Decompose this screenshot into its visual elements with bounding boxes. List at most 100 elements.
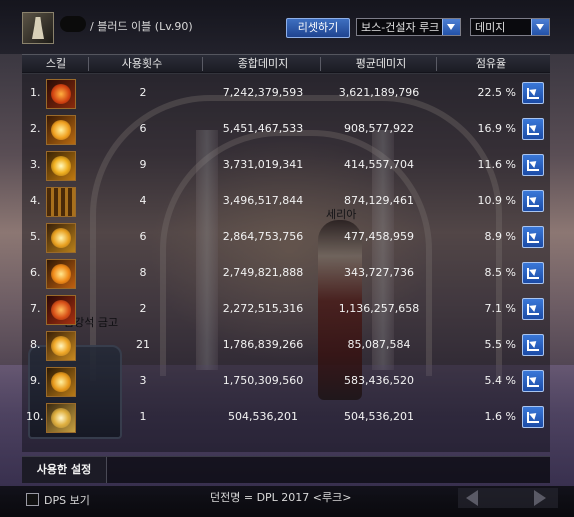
table-row[interactable]: 2. 6 5,451,467,533 908,577,922 16.9 % [22,112,550,148]
export-icon[interactable] [522,370,544,392]
export-icon[interactable] [522,154,544,176]
table-row[interactable]: 3. 9 3,731,019,341 414,557,704 11.6 % [22,148,550,184]
dps-checkbox[interactable] [26,493,39,506]
total-damage: 2,272,515,316 [222,302,304,315]
blood-pillar-icon[interactable] [46,187,76,217]
chevron-down-icon[interactable] [531,19,549,35]
total-damage: 1,786,839,266 [222,338,304,351]
dungeon-name: 던전명 = DPL 2017 <루크> [210,491,352,504]
eruption-icon[interactable] [46,223,76,253]
table-row[interactable]: 5. 6 2,864,753,756 477,458,959 8.9 % [22,220,550,256]
flame-claw-icon[interactable] [46,79,76,109]
average-damage: 343,727,736 [344,266,414,279]
tab-used-settings[interactable]: 사용한 설정 [22,457,107,483]
redacted-name-blot [60,16,86,32]
table-row[interactable]: 9. 3 1,750,309,560 583,436,520 5.4 % [22,364,550,400]
average-damage: 414,557,704 [344,158,414,171]
damage-share: 22.5 % [477,86,516,99]
average-damage: 583,436,520 [344,374,414,387]
total-damage: 2,864,753,756 [222,230,304,243]
skill-table: 1. 2 7,242,379,593 3,621,189,796 22.5 % … [22,72,550,452]
metric-select-value: 데미지 [475,21,506,34]
table-header: 스킬 사용횟수 종합데미지 평균데미지 점유율 [22,54,550,74]
arrow-left-icon[interactable] [466,490,478,506]
footer-bar: DPS 보기 던전명 = DPL 2017 <루크> [0,486,574,517]
column-header-average[interactable]: 평균데미지 [320,55,442,73]
column-header-total[interactable]: 종합데미지 [208,55,318,73]
average-damage: 3,621,189,796 [338,86,420,99]
use-count: 6 [139,230,147,243]
table-row[interactable]: 1. 2 7,242,379,593 3,621,189,796 22.5 % [22,76,550,112]
character-name: / 블러드 이블 (Lv.90) [90,20,193,33]
export-icon[interactable] [522,82,544,104]
metric-select[interactable]: 데미지 [470,18,550,36]
dps-meter-panel: / 블러드 이블 (Lv.90) 리셋하기 보스-건설자 루크 데미지 스킬 사… [0,0,574,517]
use-count: 8 [139,266,147,279]
reset-button[interactable]: 리셋하기 [286,18,350,38]
use-count: 3 [139,374,147,387]
damage-share: 8.9 % [484,230,516,243]
average-damage: 504,536,201 [344,410,414,423]
target-select[interactable]: 보스-건설자 루크 [356,18,461,36]
total-damage: 3,731,019,341 [222,158,304,171]
table-row[interactable]: 4. 4 3,496,517,844 874,129,461 10.9 % [22,184,550,220]
column-header-skill[interactable]: 스킬 [26,55,86,73]
claw-slash-icon[interactable] [46,331,76,361]
burst-strike-icon[interactable] [46,115,76,145]
damage-share: 5.5 % [484,338,516,351]
damage-share: 11.6 % [477,158,516,171]
damage-share: 1.6 % [484,410,516,423]
damage-share: 5.4 % [484,374,516,387]
blade-rush-icon[interactable] [46,295,76,325]
table-row[interactable]: 6. 8 2,749,821,888 343,727,736 8.5 % [22,256,550,292]
export-icon[interactable] [522,262,544,284]
whirl-slash-icon[interactable] [46,403,76,433]
table-row[interactable]: 7. 2 2,272,515,316 1,136,257,658 7.1 % [22,292,550,328]
settings-bar: 사용한 설정 [22,456,550,483]
character-avatar [22,12,54,44]
avatar-figure-icon [32,17,44,39]
export-icon[interactable] [522,226,544,248]
row-rank: 10. [26,410,44,423]
export-icon[interactable] [522,298,544,320]
top-bar: / 블러드 이블 (Lv.90) 리셋하기 보스-건설자 루크 데미지 [0,0,574,54]
damage-share: 8.5 % [484,266,516,279]
total-damage: 1,750,309,560 [222,374,304,387]
use-count: 4 [139,194,147,207]
column-divider [88,57,89,71]
fire-blast-icon[interactable] [46,259,76,289]
use-count: 1 [139,410,147,423]
column-divider [202,57,203,71]
average-damage: 477,458,959 [344,230,414,243]
average-damage: 874,129,461 [344,194,414,207]
chevron-down-icon[interactable] [442,19,460,35]
table-row[interactable]: 10. 1 504,536,201 504,536,201 1.6 % [22,400,550,436]
use-count: 9 [139,158,147,171]
dps-label: DPS 보기 [44,494,90,507]
export-icon[interactable] [522,118,544,140]
average-damage: 908,577,922 [344,122,414,135]
total-damage: 3,496,517,844 [222,194,304,207]
use-count: 2 [139,86,147,99]
use-count: 2 [139,302,147,315]
target-select-value: 보스-건설자 루크 [361,21,440,34]
flame-wave-icon[interactable] [46,367,76,397]
arrow-right-icon[interactable] [534,490,546,506]
export-icon[interactable] [522,190,544,212]
column-header-uses[interactable]: 사용횟수 [102,55,182,73]
table-row[interactable]: 8. 21 1,786,839,266 85,087,584 5.5 % [22,328,550,364]
total-damage: 2,749,821,888 [222,266,304,279]
total-damage: 5,451,467,533 [222,122,304,135]
average-damage: 85,087,584 [347,338,411,351]
average-damage: 1,136,257,658 [338,302,420,315]
column-header-share[interactable]: 점유율 [436,55,546,73]
use-count: 21 [136,338,150,351]
explosion-icon[interactable] [46,151,76,181]
export-icon[interactable] [522,406,544,428]
use-count: 6 [139,122,147,135]
damage-share: 7.1 % [484,302,516,315]
damage-share: 16.9 % [477,122,516,135]
export-icon[interactable] [522,334,544,356]
total-damage: 7,242,379,593 [222,86,304,99]
total-damage: 504,536,201 [228,410,298,423]
